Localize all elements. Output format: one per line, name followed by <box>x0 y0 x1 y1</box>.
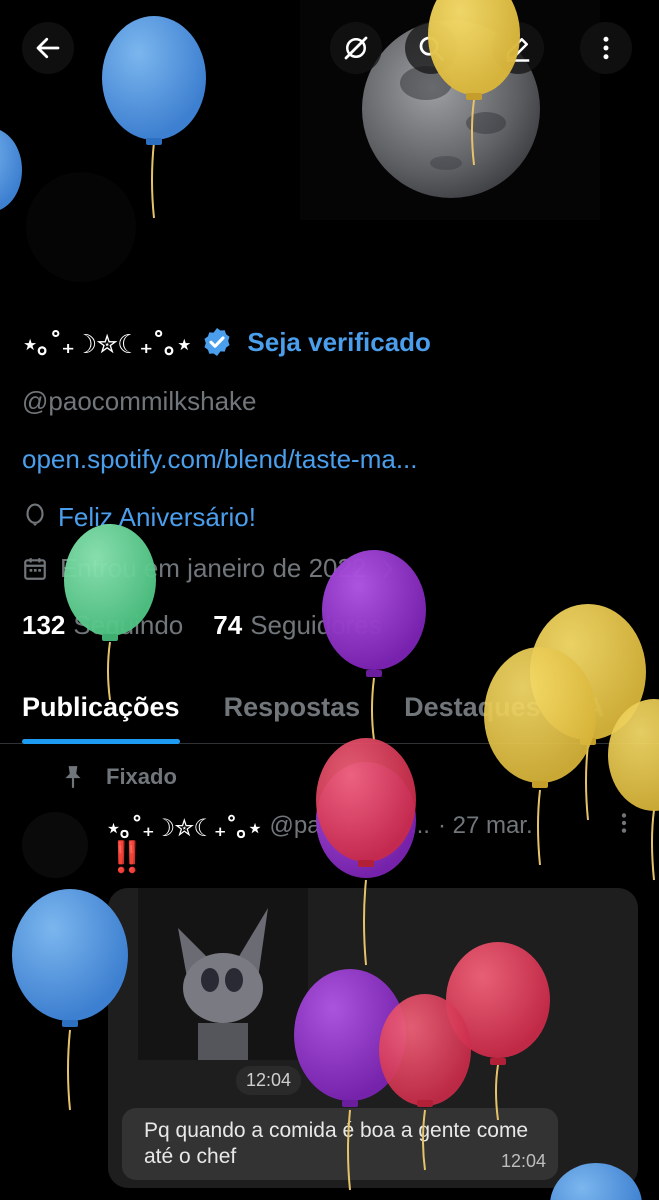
post-media[interactable]: 12:04 Pq quando a comida é boa a gente c… <box>108 888 638 1188</box>
tab-posts[interactable]: Publicações <box>0 680 202 744</box>
birthday-row: Feliz Aniversário! <box>22 502 256 533</box>
active-tab-indicator <box>22 739 180 744</box>
joined-text: Entrou em janeiro de 2022 <box>60 553 367 583</box>
display-name: ⋆｡˚₊☽✮☾₊˚｡⋆ <box>22 329 192 360</box>
calendar-icon <box>24 557 46 580</box>
tab-posts-label: Publicações <box>22 692 180 722</box>
post-handle: @paocommil... <box>269 811 430 839</box>
verified-badge-icon[interactable] <box>201 326 233 358</box>
more-button[interactable] <box>580 22 632 74</box>
balloon-icon <box>26 503 44 526</box>
edit-button[interactable] <box>492 22 544 74</box>
arrow-left-icon <box>36 37 60 59</box>
image-timestamp: 12:04 <box>236 1066 302 1095</box>
chat-bubble: Pq quando a comida é boa a gente come at… <box>122 1108 558 1180</box>
stats-row: 132 Seguindo 74 Seguidores <box>22 610 382 641</box>
pin-icon <box>65 766 81 788</box>
meme-image <box>138 888 308 1060</box>
birthday-text[interactable]: Feliz Aniversário! <box>58 502 256 533</box>
grok-icon <box>344 36 368 60</box>
following-count: 132 <box>22 610 66 640</box>
post-avatar[interactable] <box>22 812 88 878</box>
edit-icon <box>506 38 530 62</box>
profile-tabs: Publicações Respostas Destaques A <box>0 680 659 744</box>
post-date: · 27 mar. <box>437 811 533 839</box>
grok-button[interactable] <box>330 22 382 74</box>
post-header: ⋆｡˚₊☽✮☾₊˚｡⋆ @paocommil... · 27 mar. <box>106 808 533 843</box>
tab-highlights-label: Destaques <box>404 692 541 722</box>
tab-articles[interactable]: A <box>563 680 627 743</box>
followers-label: Seguidores <box>250 610 382 640</box>
profile-handle: @paocommilkshake <box>22 386 257 416</box>
more-vertical-icon <box>603 36 609 60</box>
get-verified-link[interactable]: Seja verificado <box>247 327 431 358</box>
name-row: ⋆｡˚₊☽✮☾₊˚｡⋆ Seja verificado <box>22 322 431 362</box>
search-icon <box>419 36 444 61</box>
following-label: Seguindo <box>73 610 184 640</box>
tab-articles-label: A <box>584 692 605 722</box>
post-text: ‼️ <box>108 841 146 874</box>
post-author[interactable]: ⋆｡˚₊☽✮☾₊˚｡⋆ <box>106 808 263 843</box>
pinned-indicator: Fixado <box>62 764 177 790</box>
tab-replies[interactable]: Respostas <box>202 680 383 743</box>
post-more-button[interactable] <box>614 810 634 843</box>
back-button[interactable] <box>22 22 74 74</box>
followers-count: 74 <box>213 610 243 640</box>
more-vertical-icon <box>621 813 627 833</box>
chat-bubble-time: 12:04 <box>500 1151 546 1171</box>
search-button[interactable] <box>405 22 457 74</box>
chat-bubble-text: Pq quando a comida é boa a gente come at… <box>144 1119 529 1168</box>
following-stat[interactable]: 132 Seguindo <box>22 610 183 641</box>
profile-link[interactable]: open.spotify.com/blend/taste-ma... <box>22 444 418 475</box>
profile-avatar[interactable] <box>22 168 140 286</box>
tab-highlights[interactable]: Destaques <box>382 680 563 743</box>
chevron-right-icon <box>384 559 394 578</box>
followers-stat[interactable]: 74 Seguidores <box>213 610 381 641</box>
pinned-label: Fixado <box>106 764 177 789</box>
tab-replies-label: Respostas <box>223 692 361 722</box>
joined-row[interactable]: Entrou em janeiro de 2022 <box>22 553 398 584</box>
